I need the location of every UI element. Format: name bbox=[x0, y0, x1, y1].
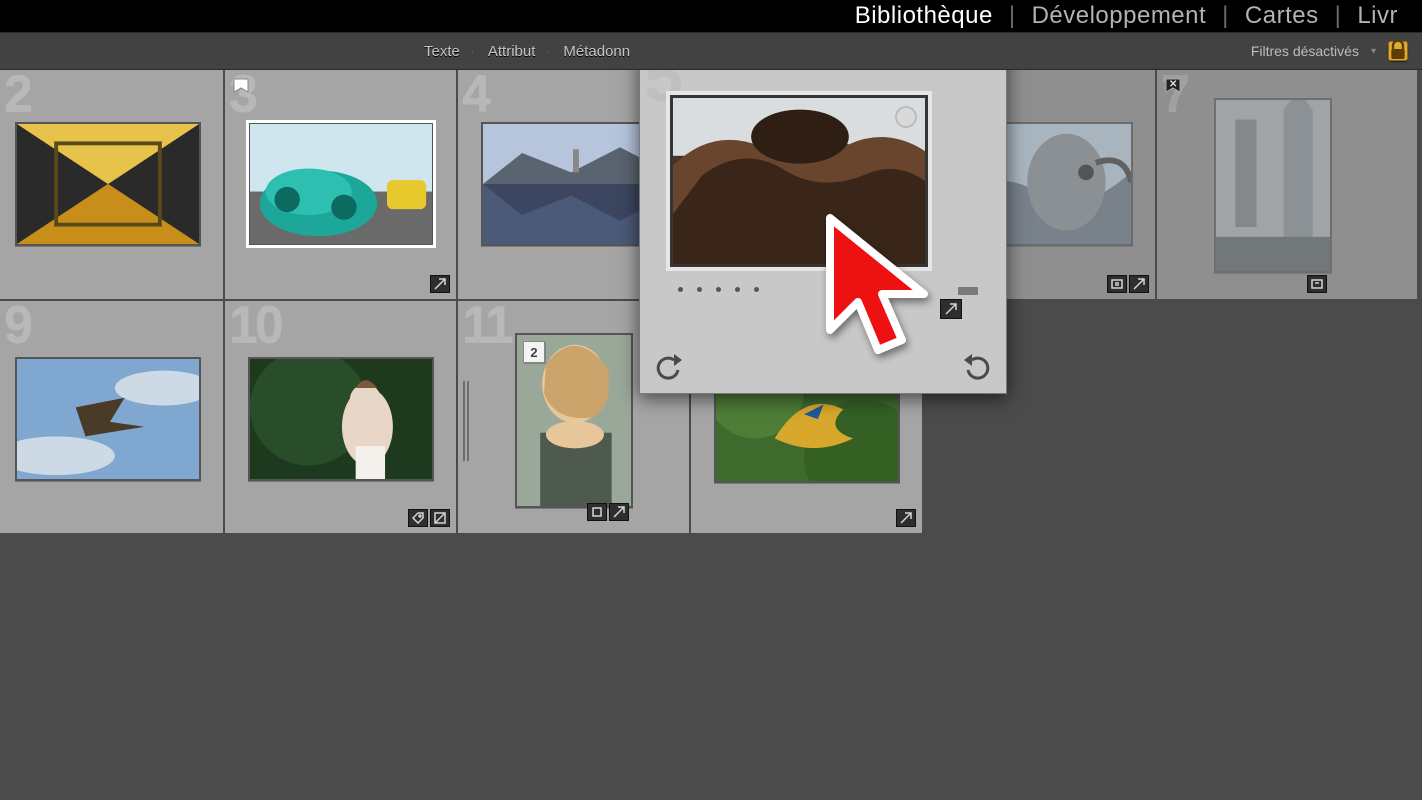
filter-text[interactable]: Texte bbox=[410, 43, 474, 60]
crop-icon bbox=[587, 503, 607, 521]
chevron-down-icon[interactable]: ▾ bbox=[1371, 46, 1376, 57]
filter-metadata[interactable]: Métadonn bbox=[549, 43, 644, 60]
thumbnail[interactable] bbox=[248, 357, 434, 481]
filter-preset-label[interactable]: Filtres désactivés bbox=[1251, 43, 1359, 59]
grid-cell[interactable]: 10 bbox=[225, 301, 458, 535]
grid-cell[interactable]: 3 bbox=[225, 70, 458, 301]
module-separator: | bbox=[1325, 2, 1352, 30]
thumbnail[interactable] bbox=[1214, 98, 1332, 273]
grid-cell[interactable]: 7 ✕ bbox=[1157, 70, 1417, 301]
stack-count-badge[interactable]: 2 bbox=[523, 341, 545, 363]
rating-stars[interactable] bbox=[678, 287, 759, 292]
rotate-cw-button[interactable] bbox=[960, 353, 994, 383]
module-book[interactable]: Livr bbox=[1351, 2, 1404, 30]
tone-adjust-icon bbox=[430, 509, 450, 527]
thumbnail[interactable] bbox=[15, 357, 201, 481]
tone-adjust-icon bbox=[430, 275, 450, 293]
stack-handle-icon[interactable] bbox=[462, 381, 470, 461]
filter-lock-icon[interactable] bbox=[1388, 41, 1408, 61]
tone-adjust-icon bbox=[896, 509, 916, 527]
tone-adjust-icon bbox=[1129, 275, 1149, 293]
grid-cell[interactable]: 9 bbox=[0, 301, 225, 535]
module-separator: | bbox=[1212, 2, 1239, 30]
cell-index: 4 bbox=[462, 70, 488, 124]
library-filter-bar: Texte Attribut Métadonn Filtres désactiv… bbox=[0, 32, 1422, 70]
module-map[interactable]: Cartes bbox=[1239, 2, 1325, 30]
color-label-swatch[interactable] bbox=[958, 287, 978, 295]
cell-index: 10 bbox=[229, 295, 281, 355]
grid-cell-hover-expanded: 5 bbox=[639, 70, 1007, 394]
reject-flag-icon[interactable]: ✕ bbox=[1165, 78, 1183, 100]
thumbnail[interactable]: 2 bbox=[515, 333, 633, 508]
thumbnail[interactable] bbox=[670, 95, 928, 267]
cell-index: 11 bbox=[462, 295, 511, 355]
grid-view: 2 3 bbox=[0, 70, 1422, 800]
keyword-icon bbox=[408, 509, 428, 527]
cell-index: 2 bbox=[4, 70, 30, 124]
module-separator: | bbox=[999, 2, 1026, 30]
quick-collection-toggle-icon[interactable] bbox=[895, 106, 917, 128]
module-picker: Bibliothèque | Développement | Cartes | … bbox=[0, 0, 1422, 32]
module-develop[interactable]: Développement bbox=[1026, 2, 1213, 30]
rotate-ccw-button[interactable] bbox=[652, 353, 686, 383]
thumbnail[interactable] bbox=[248, 122, 434, 246]
module-library[interactable]: Bibliothèque bbox=[849, 2, 999, 30]
metadata-conflict-icon bbox=[1307, 275, 1327, 293]
tone-adjust-icon bbox=[609, 503, 629, 521]
metadata-conflict-icon bbox=[1107, 275, 1127, 293]
cell-index: 9 bbox=[4, 295, 30, 355]
thumbnail[interactable] bbox=[15, 122, 201, 246]
tone-adjust-icon bbox=[940, 299, 962, 319]
pick-flag-icon[interactable] bbox=[233, 78, 251, 100]
grid-cell[interactable]: 2 bbox=[0, 70, 225, 301]
filter-attribute[interactable]: Attribut bbox=[474, 43, 550, 60]
